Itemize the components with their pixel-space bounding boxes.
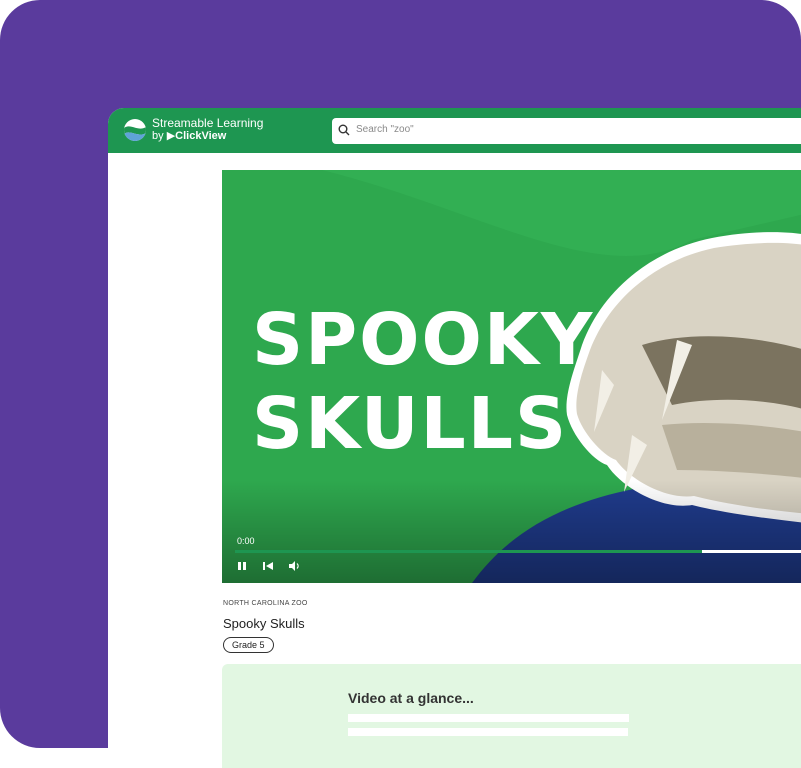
pause-icon[interactable] (235, 559, 249, 573)
video-name: Spooky Skulls (223, 616, 305, 631)
glance-title: Video at a glance... (348, 690, 474, 706)
glance-panel: Video at a glance... (222, 664, 801, 768)
progress-fill (235, 550, 703, 553)
brand-byline: by ▶ClickView (152, 130, 263, 143)
video-title-overlay: SPOOKY SKULLS (252, 298, 594, 466)
controls-shade (222, 480, 801, 583)
video-player[interactable]: SPOOKY SKULLS 0:00 (222, 170, 801, 583)
volume-icon[interactable] (287, 559, 301, 573)
grade-badge: Grade 5 (223, 637, 274, 653)
brand-partner: ClickView (175, 130, 227, 142)
logo-icon[interactable] (124, 119, 146, 141)
brand-name: Streamable Learning (152, 116, 264, 130)
time-display: 0:00 (237, 536, 255, 546)
brand-by: by (152, 130, 164, 142)
placeholder-line (348, 728, 628, 736)
play-icon: ▶ (166, 130, 176, 142)
provider-label: NORTH CAROLINA ZOO (223, 600, 308, 607)
progress-bar[interactable] (235, 550, 801, 553)
search-input[interactable]: Search "zoo" (332, 118, 801, 144)
skip-back-icon[interactable] (261, 559, 275, 573)
logo-wordmark[interactable]: Streamable Learning by ▶ClickView (152, 117, 263, 143)
top-bar: Streamable Learning by ▶ClickView Search… (108, 108, 801, 153)
app-window: Streamable Learning by ▶ClickView Search… (108, 108, 801, 768)
search-icon (338, 124, 350, 136)
video-title-line-1: SPOOKY (252, 298, 595, 381)
video-title-line-2: SKULLS (252, 382, 569, 465)
placeholder-line (348, 714, 629, 722)
search-placeholder: Search "zoo" (356, 124, 414, 135)
